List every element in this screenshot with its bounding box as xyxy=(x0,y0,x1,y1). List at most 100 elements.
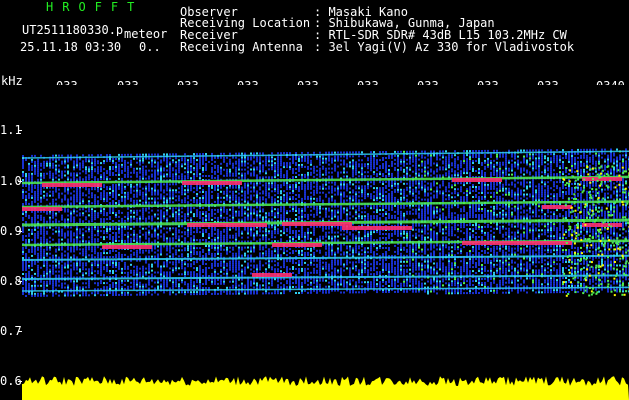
noise-pixel xyxy=(238,228,240,231)
noise-pixel xyxy=(280,238,282,241)
noise-pixel xyxy=(46,230,48,233)
noise-pixel xyxy=(205,191,207,193)
noise-pixel xyxy=(61,200,63,203)
noise-pixel xyxy=(118,209,120,212)
noise-pixel xyxy=(256,192,258,195)
noise-pixel xyxy=(253,218,255,221)
noise-pixel xyxy=(136,199,138,202)
noise-pixel xyxy=(286,268,288,271)
noise-pixel xyxy=(121,253,123,256)
noise-pixel xyxy=(184,249,186,252)
noise-pixel xyxy=(34,212,36,215)
noise-pixel xyxy=(151,227,153,230)
noise-pixel xyxy=(133,231,135,234)
noise-pixel xyxy=(220,234,222,237)
noise-pixel xyxy=(250,206,252,209)
noise-pixel xyxy=(214,292,216,295)
noise-pixel xyxy=(187,247,189,250)
noise-pixel xyxy=(121,159,123,162)
noise-pixel xyxy=(73,160,75,163)
noise-pixel xyxy=(328,181,330,184)
noise-pixel xyxy=(31,228,33,231)
noise-pixel xyxy=(40,214,42,217)
noise-pixel xyxy=(304,237,306,240)
noise-pixel xyxy=(172,173,174,176)
noise-pixel xyxy=(40,274,42,277)
noise-pixel xyxy=(238,252,240,255)
noise-pixel xyxy=(154,187,156,190)
noise-pixel xyxy=(214,248,216,251)
noise-pixel xyxy=(319,273,321,276)
noise-pixel xyxy=(169,171,171,174)
noise-pixel xyxy=(160,267,162,270)
noise-pixel xyxy=(169,267,171,270)
noise-pixel xyxy=(37,194,39,197)
noise-pixel xyxy=(193,197,195,200)
noise-pixel xyxy=(121,185,123,188)
noise-pixel xyxy=(184,199,186,202)
noise-pixel xyxy=(121,187,123,190)
noise-pixel xyxy=(292,282,294,284)
noise-pixel xyxy=(175,191,177,194)
noise-pixel xyxy=(253,290,255,293)
noise-pixel xyxy=(184,167,186,170)
noise-pixel xyxy=(130,211,132,214)
noise-pixel xyxy=(112,184,114,186)
noise-pixel xyxy=(313,197,315,200)
noise-pixel xyxy=(88,230,90,233)
noise-pixel xyxy=(175,267,177,270)
noise-pixel xyxy=(268,182,270,185)
noise-pixel xyxy=(274,212,276,215)
noise-pixel xyxy=(145,177,147,180)
noise-pixel xyxy=(199,231,201,234)
noise-pixel xyxy=(157,255,159,258)
noise-pixel xyxy=(121,267,123,270)
noise-pixel xyxy=(274,198,276,201)
noise-pixel xyxy=(211,176,213,179)
noise-pixel xyxy=(283,216,285,219)
noise-pixel xyxy=(145,209,147,212)
noise-pixel xyxy=(265,282,267,285)
noise-pixel xyxy=(316,285,318,288)
noise-pixel xyxy=(196,159,198,162)
noise-pixel xyxy=(277,192,279,195)
noise-pixel xyxy=(259,254,261,257)
noise-pixel xyxy=(52,256,54,259)
noise-pixel xyxy=(100,230,102,233)
noise-pixel xyxy=(280,192,282,195)
noise-pixel xyxy=(67,178,69,181)
noise-pixel xyxy=(109,202,111,204)
noise-pixel xyxy=(223,236,225,239)
noise-pixel xyxy=(91,240,93,243)
noise-pixel xyxy=(268,226,270,229)
noise-pixel xyxy=(145,185,147,188)
noise-pixel xyxy=(25,185,27,187)
noise-pixel xyxy=(151,173,153,176)
noise-pixel xyxy=(61,160,63,163)
noise-pixel xyxy=(142,157,144,160)
noise-pixel xyxy=(112,158,114,160)
noise-pixel xyxy=(52,280,54,283)
noise-pixel xyxy=(199,253,201,256)
noise-pixel xyxy=(124,169,126,172)
noise-pixel xyxy=(280,198,282,201)
noise-pixel xyxy=(88,192,90,195)
noise-pixel xyxy=(154,275,156,278)
noise-pixel xyxy=(76,248,78,251)
noise-pixel xyxy=(148,229,150,232)
noise-pixel xyxy=(241,282,243,285)
noise-pixel xyxy=(220,236,222,239)
noise-pixel xyxy=(73,168,75,171)
noise-pixel xyxy=(124,219,126,222)
noise-pixel xyxy=(145,237,147,240)
noise-pixel xyxy=(286,266,288,269)
noise-pixel xyxy=(160,247,162,250)
noise-pixel xyxy=(325,279,327,282)
noise-pixel xyxy=(229,280,231,283)
noise-pixel xyxy=(226,210,228,213)
noise-pixel xyxy=(334,187,336,190)
noise-pixel xyxy=(265,182,267,185)
noise-pixel xyxy=(88,226,90,229)
noise-pixel xyxy=(280,162,282,165)
noise-pixel xyxy=(190,159,192,162)
